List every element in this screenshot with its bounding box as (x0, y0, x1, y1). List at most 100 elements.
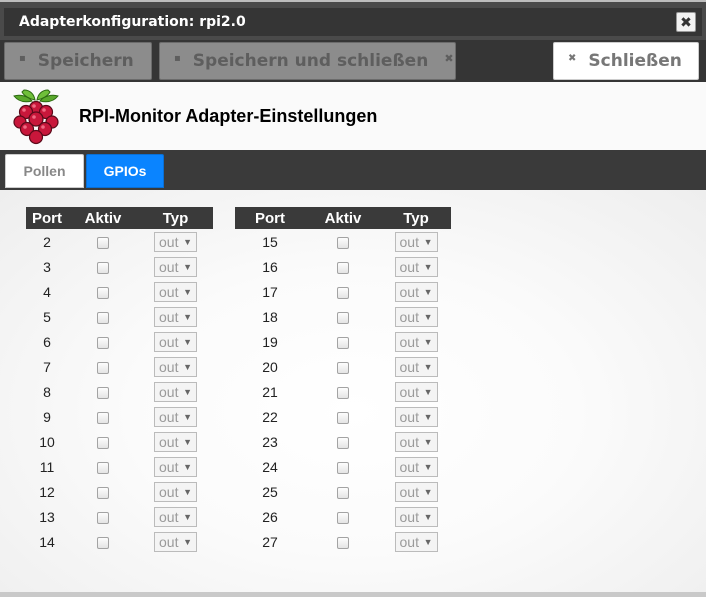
gpio-active-checkbox[interactable] (337, 311, 349, 324)
gpio-type-select[interactable]: out ▼ (154, 256, 197, 277)
gpio-type-select[interactable]: out ▼ (394, 456, 438, 477)
save-and-close-button[interactable]: ▪ Speichern und schließen ✖ (159, 42, 456, 80)
gpio-type-select[interactable]: out ▼ (154, 356, 197, 377)
gpio-type-select[interactable]: out ▼ (154, 406, 197, 427)
gpio-active-checkbox[interactable] (337, 361, 349, 374)
x-icon: ✖ (444, 52, 454, 65)
gpio-row: 11 out ▼ (26, 454, 213, 479)
gpio-active-checkbox[interactable] (97, 461, 109, 474)
save-button[interactable]: ▪ Speichern (4, 42, 152, 80)
chevron-down-icon: ▼ (423, 411, 433, 422)
gpio-type-select[interactable]: out ▼ (394, 281, 438, 302)
gpio-type-select[interactable]: out ▼ (154, 281, 197, 302)
gpio-active-checkbox[interactable] (97, 536, 109, 549)
gpio-row: 8 out ▼ (26, 379, 213, 404)
gpio-port-number: 25 (262, 483, 278, 500)
gpio-type-select[interactable]: out ▼ (394, 431, 438, 452)
gpio-active-checkbox[interactable] (97, 361, 109, 374)
gpio-port-number: 24 (262, 458, 278, 475)
close-window-button[interactable]: ✖ (676, 12, 696, 32)
gpio-type-value: out (399, 283, 419, 300)
gpio-active-checkbox[interactable] (97, 236, 109, 249)
gpio-type-select[interactable]: out ▼ (394, 381, 438, 402)
gpio-type-select[interactable]: out ▼ (154, 456, 197, 477)
gpio-active-cell (305, 279, 381, 304)
gpio-type-select[interactable]: out ▼ (394, 231, 438, 252)
gpio-active-checkbox[interactable] (97, 261, 109, 274)
gpio-type-select[interactable]: out ▼ (394, 356, 438, 377)
page-title: RPI-Monitor Adapter-Einstellungen (79, 106, 378, 126)
gpio-type-select[interactable]: out ▼ (154, 506, 197, 527)
gpio-type-cell: out ▼ (381, 304, 451, 329)
gpio-active-cell (68, 254, 138, 279)
gpio-active-checkbox[interactable] (97, 311, 109, 324)
gpio-row: 13 out ▼ (26, 504, 213, 529)
gpio-type-select[interactable]: out ▼ (154, 231, 197, 252)
gpio-active-cell (68, 354, 138, 379)
gpio-type-select[interactable]: out ▼ (394, 331, 438, 352)
gpio-type-select[interactable]: out ▼ (394, 506, 438, 527)
gpio-active-checkbox[interactable] (97, 436, 109, 449)
close-button[interactable]: ✖ Schließen (553, 42, 699, 80)
gpio-type-value: out (399, 408, 419, 425)
gpio-row: 14 out ▼ (26, 529, 213, 554)
gpio-row: 22 out ▼ (235, 404, 451, 429)
gpio-active-checkbox[interactable] (97, 286, 109, 299)
gpio-type-cell: out ▼ (138, 304, 213, 329)
gpio-active-checkbox[interactable] (97, 511, 109, 524)
gpio-row: 4 out ▼ (26, 279, 213, 304)
gpio-row: 12 out ▼ (26, 479, 213, 504)
gpio-type-cell: out ▼ (381, 504, 451, 529)
gpio-active-checkbox[interactable] (97, 486, 109, 499)
gpio-type-select[interactable]: out ▼ (154, 306, 197, 327)
gpio-type-select[interactable]: out ▼ (154, 481, 197, 502)
gpio-active-checkbox[interactable] (337, 336, 349, 349)
gpio-type-select[interactable]: out ▼ (154, 431, 197, 452)
gpio-active-checkbox[interactable] (337, 411, 349, 424)
gpio-active-checkbox[interactable] (97, 386, 109, 399)
gpio-active-cell (68, 404, 138, 429)
gpio-active-checkbox[interactable] (97, 411, 109, 424)
chevron-down-icon: ▼ (423, 461, 433, 472)
tab-gpios[interactable]: GPIOs (86, 154, 164, 188)
chevron-down-icon: ▼ (423, 311, 433, 322)
gpio-type-select[interactable]: out ▼ (154, 531, 197, 552)
gpio-active-checkbox[interactable] (337, 511, 349, 524)
gpio-type-select[interactable]: out ▼ (394, 406, 438, 427)
gpio-active-checkbox[interactable] (337, 486, 349, 499)
gpio-type-select[interactable]: out ▼ (394, 306, 438, 327)
x-icon: ✖ (568, 53, 577, 64)
gpio-type-cell: out ▼ (138, 254, 213, 279)
gpio-port-number: 12 (39, 483, 55, 500)
gpio-active-cell (305, 304, 381, 329)
gpio-active-checkbox[interactable] (337, 286, 349, 299)
gpio-active-checkbox[interactable] (337, 236, 349, 249)
gpio-type-select[interactable]: out ▼ (154, 331, 197, 352)
gpio-active-checkbox[interactable] (97, 336, 109, 349)
gpio-row: 25 out ▼ (235, 479, 451, 504)
tab-pollen[interactable]: Pollen (5, 154, 84, 188)
gpio-type-cell: out ▼ (381, 279, 451, 304)
gpio-row: 15 out ▼ (235, 229, 451, 254)
gpio-row: 6 out ▼ (26, 329, 213, 354)
gpio-type-value: out (399, 458, 419, 475)
gpio-type-select[interactable]: out ▼ (394, 531, 438, 552)
gpio-type-select[interactable]: out ▼ (394, 256, 438, 277)
chevron-down-icon: ▼ (183, 386, 192, 397)
title-bar-inner: Adapterkonfiguration: rpi2.0 ✖ (4, 8, 702, 36)
gpio-active-checkbox[interactable] (337, 386, 349, 399)
gpio-type-select[interactable]: out ▼ (394, 481, 438, 502)
chevron-down-icon: ▼ (183, 511, 192, 522)
gpio-active-cell (68, 229, 138, 254)
gpio-active-checkbox[interactable] (337, 461, 349, 474)
gpio-active-checkbox[interactable] (337, 436, 349, 449)
gpio-type-select[interactable]: out ▼ (154, 381, 197, 402)
gpio-active-checkbox[interactable] (337, 536, 349, 549)
gpio-active-checkbox[interactable] (337, 261, 349, 274)
gpio-type-value: out (159, 533, 179, 550)
gpio-port-number: 23 (262, 433, 278, 450)
gpio-type-value: out (159, 283, 179, 300)
gpio-active-cell (305, 504, 381, 529)
gpio-type-value: out (159, 458, 179, 475)
gpio-active-cell (68, 479, 138, 504)
